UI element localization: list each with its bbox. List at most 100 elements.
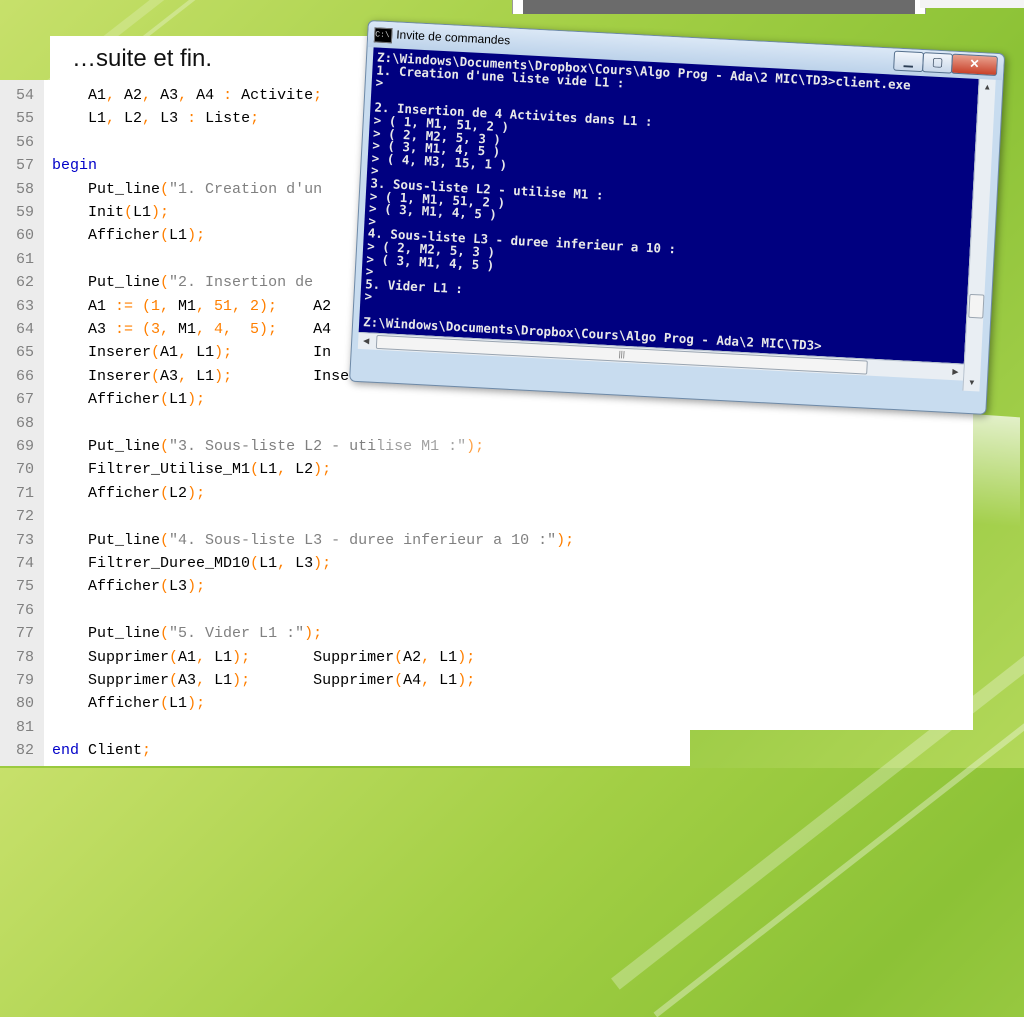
code-punctuation: ( xyxy=(151,344,161,362)
code-punctuation: , xyxy=(196,672,215,689)
code-token: Put_line xyxy=(52,438,161,455)
code-token: L1 xyxy=(196,344,215,362)
maximize-button[interactable]: ▢ xyxy=(922,52,954,74)
code-text: A1, A2, A3, A4 : Activite; xyxy=(52,84,322,107)
code-punctuation: ( xyxy=(250,461,260,479)
code-token: Supprimer xyxy=(52,648,170,666)
code-punctuation: , xyxy=(421,648,440,666)
code-punctuation: , xyxy=(421,672,440,689)
line-number: 70 xyxy=(15,461,34,479)
scroll-up-icon[interactable]: ▲ xyxy=(979,79,996,96)
code-punctuation: , xyxy=(277,555,296,572)
code-token: M1 xyxy=(178,297,197,315)
code-punctuation: : xyxy=(187,110,206,128)
code-string: "1. Creation d'un xyxy=(169,180,323,198)
code-token: Put_line xyxy=(52,180,161,198)
code-token: Client xyxy=(79,742,143,760)
code-token: L1 xyxy=(439,648,458,666)
code-token: A2 xyxy=(124,87,143,104)
line-number: 79 xyxy=(15,672,34,689)
code-text: Afficher(L1); xyxy=(52,388,205,411)
code-punctuation: ); xyxy=(232,648,314,666)
line-number: 77 xyxy=(15,625,34,643)
code-punctuation: ); xyxy=(187,578,206,596)
code-punctuation: ); xyxy=(304,625,323,643)
minimize-button[interactable]: ▁ xyxy=(893,50,925,73)
code-punctuation: ( xyxy=(160,578,170,596)
scroll-right-icon[interactable]: ▶ xyxy=(947,364,964,381)
code-text: A3 := (3, M1, 4, 5); A4 xyxy=(52,318,331,341)
code-token: Supprimer xyxy=(52,672,170,689)
code-token: Inserer xyxy=(52,367,152,385)
console-window[interactable]: C:\ Invite de commandes ▁ ▢ ✕ Z:\Windows… xyxy=(349,20,1006,415)
line-number: 56 xyxy=(15,133,34,151)
line-number: 57 xyxy=(15,157,34,175)
code-punctuation: ( xyxy=(250,555,260,572)
line-number: 67 xyxy=(15,391,34,409)
code-token: L2 xyxy=(295,461,314,479)
console-output[interactable]: Z:\Windows\Documents\Dropbox\Cours\Algo … xyxy=(358,47,979,364)
code-token: Filtrer_Duree_MD10 xyxy=(52,555,251,572)
code-punctuation: ); xyxy=(187,484,206,502)
code-token: Afficher xyxy=(52,695,161,713)
close-button[interactable]: ✕ xyxy=(950,53,998,76)
code-token: L1 xyxy=(259,555,278,572)
code-punctuation: ( xyxy=(169,648,179,666)
code-punctuation: ); xyxy=(457,648,476,666)
code-punctuation: , xyxy=(178,367,197,385)
code-text: Supprimer(A1, L1); Supprimer(A2, L1); xyxy=(52,646,475,669)
code-token: Put_line xyxy=(52,625,161,643)
code-token: In xyxy=(313,344,332,362)
code-keyword: end xyxy=(52,742,80,760)
line-number: 61 xyxy=(15,250,34,268)
code-punctuation: ); xyxy=(313,461,332,479)
code-text: Afficher(L1); xyxy=(52,692,205,715)
line-number: 64 xyxy=(15,321,34,338)
code-punctuation: ( xyxy=(160,484,170,502)
code-token: L2 xyxy=(169,484,188,502)
code-token: L1 xyxy=(439,672,458,689)
code-punctuation: ( xyxy=(160,625,170,643)
code-token: Activite xyxy=(241,87,314,104)
code-text: begin xyxy=(52,154,97,177)
code-punctuation: ); xyxy=(187,695,206,713)
code-token: L1 xyxy=(169,695,188,713)
code-token: Filtrer_Utilise_M1 xyxy=(52,461,251,479)
code-token: L1 xyxy=(169,391,188,409)
code-token: A4 xyxy=(313,321,332,338)
code-punctuation: , xyxy=(178,87,197,104)
scroll-down-icon[interactable]: ▼ xyxy=(963,375,980,392)
line-number: 54 xyxy=(15,87,34,104)
line-number: 59 xyxy=(15,204,34,221)
code-token: A3 xyxy=(52,321,116,338)
code-text: Filtrer_Duree_MD10(L1, L3); xyxy=(52,552,331,575)
code-token: A3 xyxy=(178,672,197,689)
code-token: A1 xyxy=(52,297,116,315)
code-text: Supprimer(A3, L1); Supprimer(A4, L1); xyxy=(52,669,475,692)
code-token: A1 xyxy=(160,344,179,362)
code-punctuation: ); xyxy=(313,555,332,572)
code-punctuation: ); xyxy=(187,227,206,245)
code-punctuation: : xyxy=(223,87,242,104)
code-punctuation: ( xyxy=(160,438,170,455)
code-punctuation: ); xyxy=(187,391,206,409)
line-number: 62 xyxy=(15,274,34,292)
code-token: L3 xyxy=(169,578,188,596)
code-string: "4. Sous-liste L3 - duree inferieur a 10… xyxy=(169,531,557,549)
code-text: end Client; xyxy=(52,739,151,762)
code-token: L1 xyxy=(214,672,233,689)
code-token: A4 xyxy=(196,87,224,104)
code-string: "5. Vider L1 :" xyxy=(169,625,305,643)
scroll-left-icon[interactable]: ◀ xyxy=(358,333,375,350)
code-token: A1 xyxy=(178,648,197,666)
code-token: Supprimer xyxy=(313,648,395,666)
console-window-title: Invite de commandes xyxy=(395,27,511,48)
code-punctuation: ( xyxy=(394,672,404,689)
line-number: 81 xyxy=(15,718,34,736)
vertical-scroll-thumb[interactable] xyxy=(968,293,985,319)
code-token: L1 xyxy=(169,227,188,245)
code-token: Afficher xyxy=(52,391,161,409)
line-number: 68 xyxy=(15,414,34,432)
line-number: 76 xyxy=(15,601,34,619)
code-token: A4 xyxy=(403,672,422,689)
